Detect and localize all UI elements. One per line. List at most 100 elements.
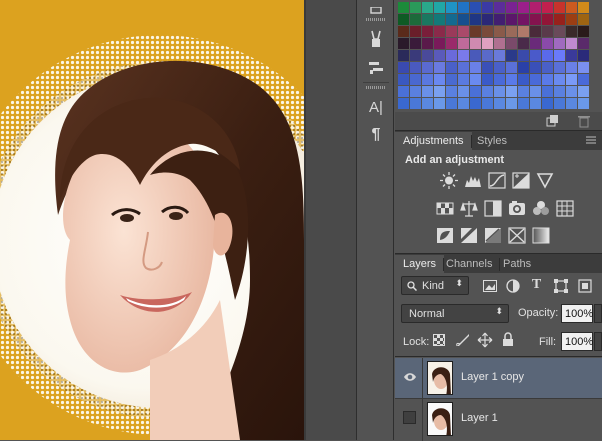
color-swatch[interactable] — [458, 86, 469, 97]
color-swatch[interactable] — [434, 26, 445, 37]
color-swatch[interactable] — [410, 62, 421, 73]
color-swatch[interactable] — [434, 62, 445, 73]
opacity-slider-toggle[interactable] — [594, 304, 602, 323]
fill-slider-toggle[interactable] — [594, 332, 602, 351]
color-swatch[interactable] — [434, 14, 445, 25]
color-swatch[interactable] — [566, 50, 577, 61]
visibility-toggle-off[interactable] — [403, 411, 416, 424]
color-swatch[interactable] — [542, 86, 553, 97]
color-swatch[interactable] — [470, 14, 481, 25]
color-swatch[interactable] — [434, 86, 445, 97]
clone-source-icon[interactable] — [363, 56, 389, 78]
color-swatch[interactable] — [542, 38, 553, 49]
color-swatch[interactable] — [542, 50, 553, 61]
layer-name[interactable]: Layer 1 — [461, 412, 498, 424]
color-swatch[interactable] — [446, 50, 457, 61]
color-swatch[interactable] — [578, 50, 589, 61]
color-swatch[interactable] — [410, 98, 421, 109]
new-swatch-icon[interactable] — [545, 114, 559, 128]
color-swatch[interactable] — [518, 62, 529, 73]
tab-paths[interactable]: Paths — [495, 255, 539, 274]
color-swatch[interactable] — [398, 74, 409, 85]
color-swatch[interactable] — [470, 62, 481, 73]
color-swatch[interactable] — [470, 38, 481, 49]
color-swatch[interactable] — [458, 14, 469, 25]
color-swatch[interactable] — [434, 74, 445, 85]
color-swatch[interactable] — [458, 2, 469, 13]
posterize-icon[interactable] — [459, 227, 478, 244]
color-swatch[interactable] — [434, 2, 445, 13]
color-swatch[interactable] — [410, 86, 421, 97]
color-swatch[interactable] — [530, 38, 541, 49]
selective-color-icon[interactable] — [507, 227, 526, 244]
color-swatch[interactable] — [506, 86, 517, 97]
color-swatch[interactable] — [566, 38, 577, 49]
photo-filter-icon[interactable] — [507, 200, 526, 217]
color-swatch[interactable] — [554, 98, 565, 109]
color-swatch[interactable] — [566, 14, 577, 25]
color-swatch[interactable] — [446, 2, 457, 13]
color-swatch[interactable] — [422, 14, 433, 25]
lock-position-icon[interactable] — [475, 331, 494, 348]
color-swatch[interactable] — [422, 26, 433, 37]
color-swatch[interactable] — [422, 62, 433, 73]
color-swatch[interactable] — [566, 74, 577, 85]
swatch-grid[interactable] — [398, 2, 602, 109]
color-swatch[interactable] — [542, 74, 553, 85]
color-swatch[interactable] — [446, 26, 457, 37]
color-swatch[interactable] — [446, 98, 457, 109]
color-swatch[interactable] — [506, 14, 517, 25]
fill-input[interactable]: 100% — [561, 332, 593, 351]
color-swatch[interactable] — [530, 62, 541, 73]
color-swatch[interactable] — [410, 2, 421, 13]
color-swatch[interactable] — [482, 26, 493, 37]
color-swatch[interactable] — [578, 62, 589, 73]
opacity-input[interactable]: 100% — [561, 304, 593, 323]
color-swatch[interactable] — [494, 74, 505, 85]
black-white-icon[interactable] — [483, 200, 502, 217]
filter-smart-object-icon[interactable] — [575, 277, 594, 294]
color-swatch[interactable] — [446, 86, 457, 97]
color-swatch[interactable] — [434, 50, 445, 61]
color-swatch[interactable] — [578, 86, 589, 97]
document-canvas[interactable] — [0, 0, 304, 440]
color-swatch[interactable] — [566, 86, 577, 97]
color-swatch[interactable] — [482, 98, 493, 109]
color-swatch[interactable] — [422, 86, 433, 97]
dock-grip[interactable] — [366, 86, 386, 89]
color-swatch[interactable] — [398, 98, 409, 109]
color-swatch[interactable] — [554, 50, 565, 61]
color-swatch[interactable] — [530, 14, 541, 25]
color-swatch[interactable] — [494, 50, 505, 61]
panel-menu-icon[interactable] — [586, 135, 596, 145]
exposure-icon[interactable] — [511, 172, 530, 189]
trash-icon[interactable] — [577, 114, 591, 128]
color-swatch[interactable] — [434, 38, 445, 49]
color-swatch[interactable] — [482, 86, 493, 97]
levels-icon[interactable] — [463, 172, 482, 189]
hue-saturation-icon[interactable] — [435, 200, 454, 217]
color-swatch[interactable] — [398, 86, 409, 97]
color-swatch[interactable] — [518, 14, 529, 25]
color-swatch[interactable] — [482, 62, 493, 73]
color-swatch[interactable] — [482, 50, 493, 61]
tab-adjustments[interactable]: Adjustments — [395, 132, 472, 151]
visibility-eye-icon[interactable] — [403, 370, 417, 384]
color-swatch[interactable] — [518, 26, 529, 37]
color-swatch[interactable] — [494, 86, 505, 97]
color-swatch[interactable] — [494, 62, 505, 73]
color-swatch[interactable] — [446, 14, 457, 25]
color-swatch[interactable] — [578, 26, 589, 37]
color-swatch[interactable] — [554, 14, 565, 25]
layer-row[interactable]: Layer 1 copy — [395, 358, 602, 398]
color-swatch[interactable] — [518, 2, 529, 13]
color-swatch[interactable] — [506, 26, 517, 37]
filter-pixel-icon[interactable] — [480, 277, 499, 294]
color-swatch[interactable] — [422, 2, 433, 13]
color-swatch[interactable] — [470, 50, 481, 61]
color-swatch[interactable] — [482, 2, 493, 13]
color-swatch[interactable] — [578, 98, 589, 109]
tab-layers[interactable]: Layers — [395, 255, 445, 274]
channel-mixer-icon[interactable] — [531, 200, 550, 217]
color-swatch[interactable] — [530, 2, 541, 13]
